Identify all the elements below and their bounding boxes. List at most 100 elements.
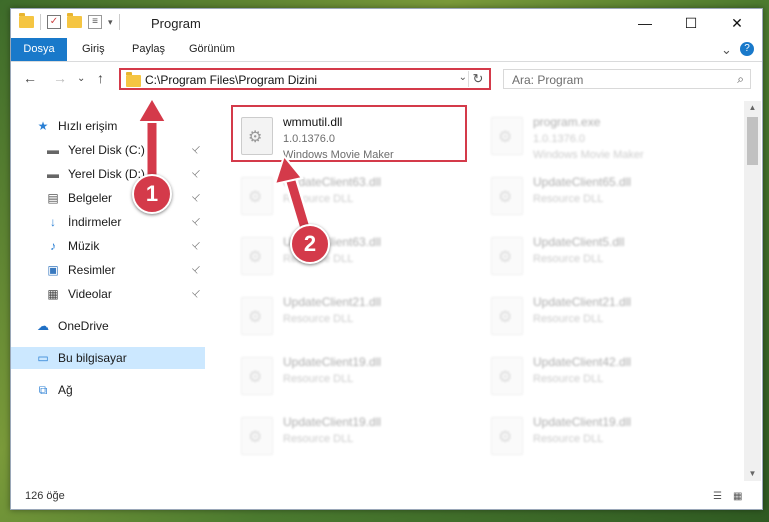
file-icon: [241, 177, 273, 215]
sidebar-item-label: Bu bilgisayar: [58, 351, 127, 365]
file-item[interactable]: UpdateClient21.dll Resource DLL: [485, 289, 725, 343]
address-bar[interactable]: C:\Program Files\Program Dizini ⌄ ↻: [119, 68, 491, 90]
file-icon: [241, 297, 273, 335]
tab-home[interactable]: Giriş: [82, 38, 105, 61]
step-2-badge: 2: [290, 224, 330, 264]
title-bar: ✓ ≡ ▾ Program — ☐ ✕: [11, 9, 762, 38]
scroll-up-icon[interactable]: ▲: [744, 101, 761, 115]
file-icon: [491, 297, 523, 335]
file-item[interactable]: UpdateClient63.dllResource DLL: [235, 229, 475, 283]
help-icon[interactable]: ?: [740, 42, 754, 56]
sidebar-item[interactable]: ▦ Videolar ⊥: [11, 283, 205, 305]
sidebar-item[interactable]: ★ Hızlı erişim: [11, 115, 205, 137]
computer-icon: ▭: [37, 351, 49, 365]
scroll-down-icon[interactable]: ▼: [744, 467, 761, 481]
details-view-icon[interactable]: ☰: [713, 491, 727, 503]
drive-icon: ▬: [47, 167, 59, 181]
file-item[interactable]: program.exe 1.0.1376.0 Windows Movie Maker: [485, 109, 725, 163]
large-icons-view-icon[interactable]: ▦: [733, 491, 747, 503]
file-description: Resource DLL: [283, 193, 354, 205]
sidebar-item-label: Videolar: [68, 287, 112, 301]
tab-view[interactable]: Görünüm: [189, 38, 235, 61]
window-title: Program: [151, 16, 201, 31]
refresh-icon[interactable]: ↻: [468, 71, 487, 87]
file-description: Resource DLL: [283, 313, 354, 325]
recent-locations-button[interactable]: ⌄: [77, 73, 85, 84]
sidebar-item-label: Yerel Disk (C:): [68, 143, 145, 157]
file-item[interactable]: UpdateClient19.dll Resource DLL: [235, 409, 475, 463]
file-item[interactable]: UpdateClient65.dll Resource DLL: [485, 169, 725, 223]
sidebar-item[interactable]: ▬ Yerel Disk (D:) ⊥: [11, 163, 205, 185]
file-icon: [491, 357, 523, 395]
new-folder-icon[interactable]: [67, 13, 82, 28]
sidebar-item[interactable]: ☁ OneDrive: [11, 315, 205, 337]
search-input[interactable]: Ara: Program: [512, 73, 583, 87]
sidebar-item[interactable]: ▭ Bu bilgisayar: [11, 347, 205, 369]
explorer-window: ✓ ≡ ▾ Program — ☐ ✕ Dosya Giriş Paylaş G…: [10, 8, 763, 510]
file-item[interactable]: UpdateClient5.dll Resource DLL: [485, 229, 725, 283]
sidebar-item[interactable]: ▣ Resimler ⊥: [11, 259, 205, 281]
drive-icon: ▬: [47, 143, 59, 157]
video-icon: ▦: [47, 287, 59, 301]
pin-icon[interactable]: ⊥: [190, 143, 204, 157]
file-name: UpdateClient65.dll: [533, 175, 632, 189]
file-name: UpdateClient21.dll: [283, 295, 382, 309]
rename-icon[interactable]: ≡: [88, 15, 102, 29]
sidebar-item[interactable]: ↓ İndirmeler ⊥: [11, 211, 205, 233]
ribbon-tabs: Dosya Giriş Paylaş Görünüm ⌄ ?: [11, 38, 762, 62]
close-button[interactable]: ✕: [714, 9, 760, 38]
search-box[interactable]: Ara: Program ⌕: [503, 69, 751, 89]
file-item[interactable]: UpdateClient42.dll Resource DLL: [485, 349, 725, 403]
pin-icon[interactable]: ⊥: [190, 191, 204, 205]
scroll-thumb[interactable]: [747, 117, 758, 165]
pin-icon[interactable]: ⊥: [190, 287, 204, 301]
quick-access-toolbar: ✓ ≡ ▾: [19, 13, 120, 30]
address-path[interactable]: C:\Program Files\Program Dizini: [145, 73, 317, 87]
file-icon: [241, 417, 273, 455]
file-description: Resource DLL: [283, 373, 354, 385]
file-description: Resource DLL: [533, 313, 604, 325]
file-icon: [491, 177, 523, 215]
pin-icon[interactable]: ⊥: [190, 239, 204, 253]
file-name: UpdateClient5.dll: [533, 235, 625, 249]
status-bar: 126 öğe ☰ ▦: [11, 485, 762, 509]
maximize-button[interactable]: ☐: [668, 9, 714, 38]
sidebar-item-label: İndirmeler: [68, 215, 122, 229]
sidebar-item[interactable]: ▤ Belgeler ⊥: [11, 187, 205, 209]
vertical-scrollbar[interactable]: ▲ ▼: [744, 101, 761, 481]
navigation-pane: ★ Hızlı erişim ▬ Yerel Disk (C:) ⊥ ▬ Yerel Dis…: [11, 101, 207, 481]
file-item[interactable]: UpdateClient21.dll Resource DLL: [235, 289, 475, 343]
file-name: UpdateClient63.dll: [283, 175, 382, 189]
file-description: Resource DLL: [283, 433, 354, 445]
download-icon: ↓: [50, 215, 56, 229]
file-item[interactable]: UpdateClient19.dll Resource DLL: [235, 349, 475, 403]
pin-icon[interactable]: ⊥: [190, 263, 204, 277]
customize-qat-icon[interactable]: ▾: [108, 17, 113, 28]
file-icon: [491, 117, 523, 155]
pin-icon[interactable]: ⊥: [190, 215, 204, 229]
file-item[interactable]: UpdateClient63.dll Resource DLL: [235, 169, 475, 223]
tab-file[interactable]: Dosya: [11, 38, 67, 61]
sidebar-item[interactable]: ♪ Müzik ⊥: [11, 235, 205, 257]
sidebar-item-label: OneDrive: [58, 319, 109, 333]
step-1-badge: 1: [132, 174, 172, 214]
pin-icon[interactable]: ⊥: [190, 167, 204, 181]
forward-button[interactable]: →: [53, 70, 67, 86]
expand-ribbon-icon[interactable]: ⌄: [721, 38, 732, 61]
up-button[interactable]: ↑: [97, 70, 104, 86]
sidebar-item[interactable]: ▬ Yerel Disk (C:) ⊥: [11, 139, 205, 161]
file-item[interactable]: UpdateClient19.dll Resource DLL: [485, 409, 725, 463]
file-description: 1.0.1376.0: [533, 133, 585, 145]
file-icon: [241, 237, 273, 275]
back-button[interactable]: ←: [23, 70, 37, 86]
star-icon: ★: [37, 119, 49, 133]
file-description: Resource DLL: [533, 193, 604, 205]
sidebar-item[interactable]: ⧉ Ağ: [11, 379, 205, 401]
file-description: Resource DLL: [533, 373, 604, 385]
properties-icon[interactable]: ✓: [47, 15, 61, 29]
address-dropdown-icon[interactable]: ⌄: [459, 72, 467, 83]
toolbar-separator: [118, 14, 120, 30]
file-icon: [241, 357, 273, 395]
minimize-button[interactable]: —: [622, 9, 668, 38]
tab-share[interactable]: Paylaş: [132, 38, 165, 61]
